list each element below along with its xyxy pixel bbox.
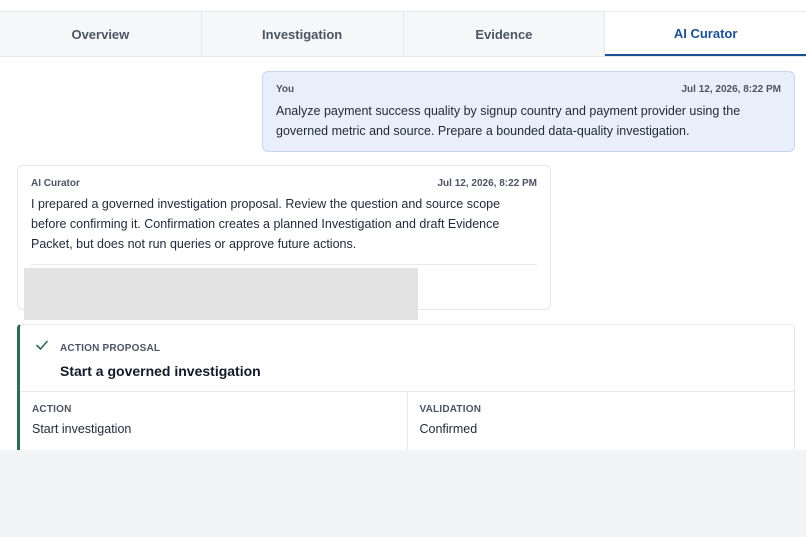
proposal-title: Start a governed investigation	[60, 363, 261, 379]
message-body: Analyze payment success quality by signu…	[276, 101, 781, 141]
message-line: Packet, but does not run queries or appr…	[31, 237, 357, 251]
tab-evidence[interactable]: Evidence	[404, 12, 606, 56]
validation-label: VALIDATION	[419, 404, 482, 415]
message-line: governed metric and source. Prepare a bo…	[276, 124, 690, 138]
proposal-header: ACTION PROPOSAL Start a governed investi…	[20, 325, 794, 392]
proposal-validation: VALIDATION Confirmed	[408, 392, 795, 450]
tab-bar: Overview Investigation Evidence AI Curat…	[0, 11, 806, 57]
validation-value: Confirmed	[419, 422, 478, 436]
redacted-block	[24, 268, 418, 320]
message-body: I prepared a governed investigation prop…	[31, 194, 537, 254]
message-line: Analyze payment success quality by signu…	[276, 104, 741, 118]
check-icon	[36, 340, 48, 350]
message-line: I prepared a governed investigation prop…	[31, 197, 501, 211]
proposal-details: ACTION Start investigation VALIDATION Co…	[20, 392, 794, 450]
tab-overview[interactable]: Overview	[0, 12, 202, 56]
message-divider	[31, 264, 537, 265]
message-timestamp: Jul 12, 2026, 8:22 PM	[437, 178, 537, 189]
curator-panel: Overview Investigation Evidence AI Curat…	[0, 0, 806, 450]
ai-message: AI Curator Jul 12, 2026, 8:22 PM I prepa…	[17, 165, 551, 320]
tab-investigation[interactable]: Investigation	[202, 12, 404, 56]
message-author: You	[276, 84, 295, 95]
action-proposal-card: ACTION PROPOSAL Start a governed investi…	[17, 324, 795, 450]
action-label: ACTION	[32, 404, 72, 415]
message-timestamp: Jul 12, 2026, 8:22 PM	[681, 84, 781, 95]
tab-ai-curator[interactable]: AI Curator	[605, 12, 806, 56]
user-message: You Jul 12, 2026, 8:22 PM Analyze paymen…	[262, 71, 795, 152]
message-author: AI Curator	[31, 178, 80, 189]
action-value: Start investigation	[32, 422, 132, 436]
proposal-kicker: ACTION PROPOSAL	[60, 343, 161, 354]
proposal-action: ACTION Start investigation	[20, 392, 408, 450]
message-line: before confirming it. Confirmation creat…	[31, 217, 500, 231]
